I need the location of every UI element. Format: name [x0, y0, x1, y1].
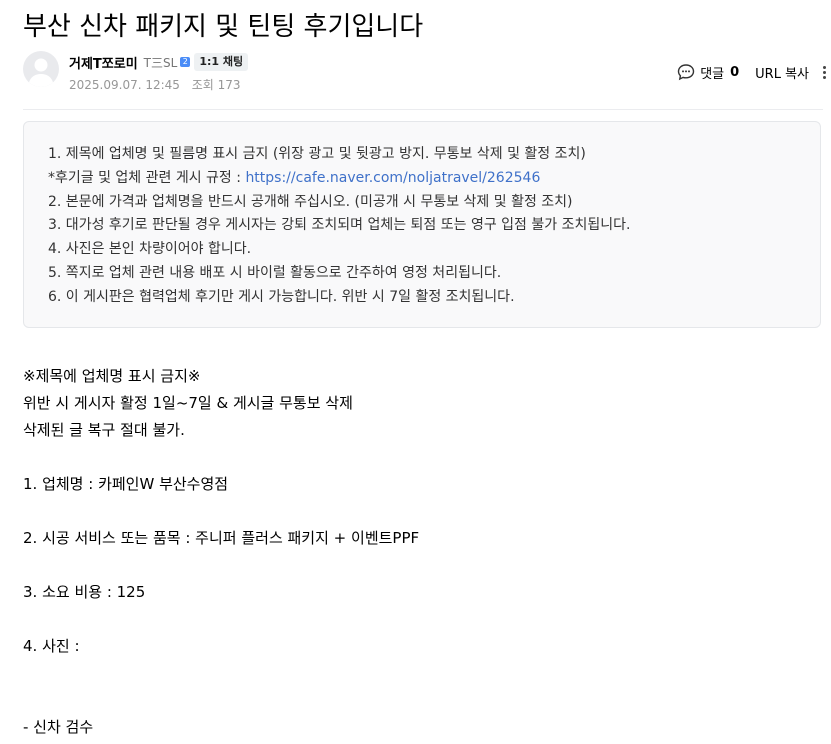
more-options-icon[interactable] — [821, 65, 827, 80]
url-copy-button[interactable]: URL 복사 — [755, 63, 809, 82]
warning-title: ※제목에 업체명 표시 금지※ — [23, 367, 201, 385]
level-badge-icon: 2 — [180, 57, 191, 67]
notice-line: 3. 대가성 후기로 판단될 경우 게시자는 강퇴 조치되며 업체는 퇴점 또는… — [48, 217, 631, 234]
answer-photos: 4. 사진 : — [23, 637, 80, 655]
notice-rules-link[interactable]: https://cafe.naver.com/noljatravel/26254… — [245, 170, 540, 186]
notice-line: 1. 제목에 업체명 및 필름명 표시 금지 (위장 광고 및 뒷광고 방지. … — [48, 146, 586, 162]
notice-line: 4. 사진은 본인 차량이어야 합니다. — [48, 241, 252, 258]
default-profile-icon — [28, 58, 54, 87]
warning-line: 위반 시 게시자 활정 1일~7일 & 게시글 무통보 삭제 — [23, 394, 353, 412]
board-notice-box: 1. 제목에 업체명 및 필름명 표시 금지 (위장 광고 및 뒷광고 방지. … — [23, 121, 821, 328]
post-title: 부산 신차 패키지 및 틴팅 후기입니다 — [23, 12, 424, 42]
comment-label: 댓글 — [700, 66, 725, 82]
author-nickname[interactable]: 거제T쪼로미 — [69, 53, 138, 72]
comment-count: 0 — [730, 64, 740, 80]
author-info: 거제T쪼로미 T三SL 2 1:1 채팅 — [69, 52, 249, 72]
section-heading: - 신차 검수 — [23, 718, 94, 736]
post-date: 2025.09.07. 12:45 — [69, 78, 180, 92]
author-avatar[interactable] — [23, 51, 59, 87]
notice-line: 5. 쪽지로 업체 관련 내용 배포 시 바이럴 활동으로 간주하여 영정 처리… — [48, 264, 502, 281]
one-to-one-chat-button[interactable]: 1:1 채팅 — [194, 53, 249, 71]
warning-line: 삭제된 글 복구 절대 불가. — [23, 421, 185, 439]
comment-bubble-icon — [677, 64, 695, 81]
comment-button[interactable]: 댓글 0 — [677, 63, 739, 82]
member-level: T三SL — [143, 55, 178, 70]
header-divider — [23, 109, 823, 110]
notice-line: 6. 이 게시판은 협력업체 후기만 게시 가능합니다. 위반 시 7일 활정 … — [48, 288, 515, 305]
answer-service-item: 2. 시공 서비스 또는 품목 : 주니퍼 플러스 패키지 + 이벤트PPF — [23, 529, 420, 547]
notice-link-prefix: *후기글 및 업체 관련 게시 규정 : — [48, 169, 246, 186]
answer-cost: 3. 소요 비용 : 125 — [23, 583, 146, 601]
post-meta: 2025.09.07. 12:45 조회 173 — [69, 76, 241, 93]
answer-company-name: 1. 업체명 : 카페인W 부산수영점 — [23, 475, 229, 493]
view-count: 조회 173 — [191, 78, 241, 92]
notice-line: 2. 본문에 가격과 업체명을 반드시 공개해 주십시오. (미공개 시 무통보… — [48, 193, 573, 210]
notice-line-link-row: *후기글 및 업체 관련 게시 규정 : https://cafe.naver.… — [48, 167, 820, 191]
post-tools: 댓글 0 URL 복사 — [677, 61, 827, 83]
post-body: ※제목에 업체명 표시 금지※ 위반 시 게시자 활정 1일~7일 & 게시글 … — [23, 363, 823, 741]
